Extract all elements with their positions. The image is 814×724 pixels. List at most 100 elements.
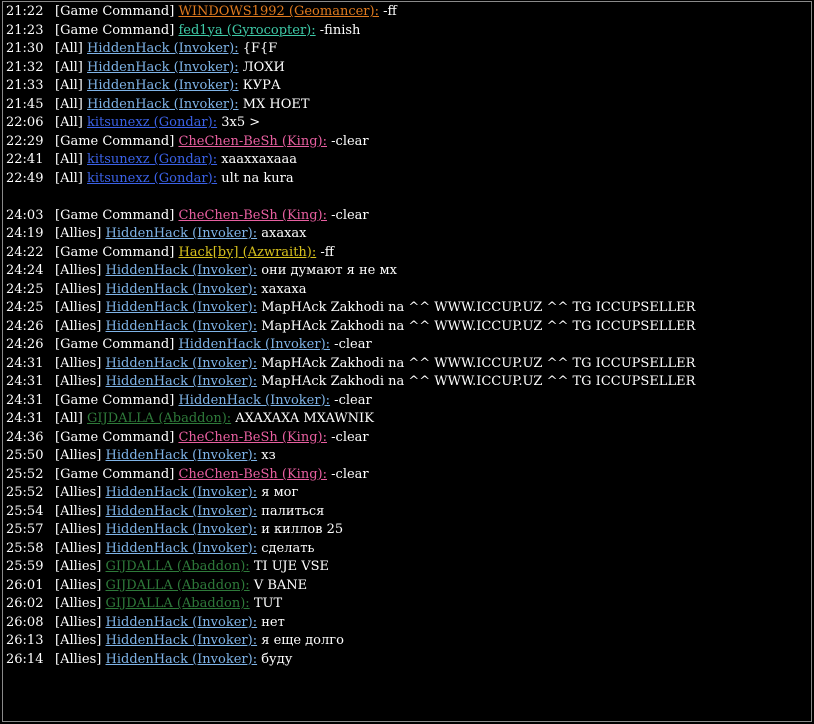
message-text: МХ НОЕТ — [242, 96, 310, 112]
message-text: сделать — [261, 540, 315, 556]
player-link[interactable]: HiddenHack (Invoker): — [106, 504, 258, 519]
chat-line: 24:19 [Allies] HiddenHack (Invoker): ахах… — [6, 225, 811, 244]
channel-label: [Allies] — [55, 355, 102, 371]
player-link[interactable]: HiddenHack (Invoker): — [106, 485, 258, 500]
chat-line: 22:41 [All] kitsunexz (Gondar): xaaxxaxaa… — [6, 151, 811, 170]
player-link[interactable]: HiddenHack (Invoker): — [106, 282, 258, 297]
player-link[interactable]: kitsunexz (Gondar): — [87, 152, 217, 167]
timestamp: 25:57 — [6, 522, 44, 537]
timestamp: 21:23 — [6, 22, 44, 38]
chat-line: 24:31 [All] GIJDALLA (Abaddon): AXAXAXA M… — [6, 410, 811, 429]
player-link[interactable]: HiddenHack (Invoker): — [106, 374, 258, 389]
channel-label: [Allies] — [55, 522, 102, 537]
message-text: TUT — [253, 596, 283, 611]
player-link[interactable]: kitsunexz (Gondar): — [87, 171, 217, 186]
player-link[interactable]: kitsunexz (Gondar): — [87, 115, 217, 130]
timestamp: 24:31 — [6, 392, 44, 408]
channel-label: [Allies] — [55, 577, 102, 593]
channel-label: [All] — [55, 152, 83, 167]
chat-line: 21:33 [All] HiddenHack (Invoker): КУРА — [6, 77, 811, 96]
player-link[interactable]: WINDOWS1992 (Geomancer): — [178, 4, 379, 19]
chat-log[interactable]: 21:22 [Game Command] WINDOWS1992 (Geomanc… — [2, 1, 812, 722]
player-link[interactable]: HiddenHack (Invoker): — [106, 300, 258, 315]
player-link[interactable]: HiddenHack (Invoker): — [106, 226, 258, 241]
player-link[interactable]: HiddenHack (Invoker): — [106, 633, 258, 648]
player-link[interactable]: HiddenHack (Invoker): — [106, 356, 258, 371]
message-text: xaaxxaxaaa — [221, 152, 298, 167]
player-link[interactable]: GIJDALLA (Abaddon): — [106, 578, 250, 593]
channel-label: [Game Command] — [55, 392, 175, 408]
player-link[interactable]: HiddenHack (Invoker): — [106, 319, 258, 334]
player-link[interactable]: HiddenHack (Invoker): — [178, 337, 330, 352]
chat-line: 25:57 [Allies] HiddenHack (Invoker): и ки… — [6, 521, 811, 540]
message-text: я еще долго — [261, 633, 344, 648]
message-text: -clear — [331, 207, 369, 223]
player-link[interactable]: HiddenHack (Invoker): — [87, 60, 239, 75]
channel-label: [All] — [55, 115, 83, 130]
timestamp: 24:22 — [6, 244, 44, 260]
channel-label: [Allies] — [55, 596, 102, 611]
message-text: они думают я не мх — [261, 263, 397, 278]
channel-label: [Allies] — [55, 651, 102, 667]
player-link[interactable]: CheChen-BeSh (King): — [178, 467, 327, 482]
chat-line: 21:30 [All] HiddenHack (Invoker): {F{F — [6, 40, 811, 59]
player-link[interactable]: GIJDALLA (Abaddon): — [106, 596, 250, 611]
message-text: -ff — [320, 244, 335, 260]
message-text: хахаха — [261, 281, 307, 297]
timestamp: 24:36 — [6, 429, 44, 445]
player-link[interactable]: fed1ya (Gyrocopter): — [178, 23, 315, 38]
message-text: буду — [261, 651, 293, 667]
player-link[interactable]: GIJDALLA (Abaddon): — [87, 411, 231, 426]
chat-line: 22:49 [All] kitsunexz (Gondar): ult na ku… — [6, 170, 811, 189]
chat-line: 24:31 [Allies] HiddenHack (Invoker): MapH… — [6, 355, 811, 374]
player-link[interactable]: HiddenHack (Invoker): — [106, 615, 258, 630]
timestamp: 26:01 — [6, 577, 44, 593]
chat-line: 24:36 [Game Command] CheChen-BeSh (King):… — [6, 429, 811, 448]
player-link[interactable]: HiddenHack (Invoker): — [106, 652, 258, 667]
player-link[interactable]: Hack[by] (Azwraith): — [178, 245, 316, 260]
chat-line: 24:31 [Game Command] HiddenHack (Invoker)… — [6, 392, 811, 411]
player-link[interactable]: CheChen-BeSh (King): — [178, 208, 327, 223]
channel-label: [Allies] — [55, 540, 102, 556]
timestamp: 24:03 — [6, 207, 44, 223]
timestamp: 22:29 — [6, 133, 44, 149]
player-link[interactable]: HiddenHack (Invoker): — [87, 41, 239, 56]
player-link[interactable]: HiddenHack (Invoker): — [106, 263, 258, 278]
timestamp: 24:31 — [6, 355, 44, 371]
timestamp: 22:06 — [6, 115, 44, 130]
player-link[interactable]: CheChen-BeSh (King): — [178, 134, 327, 149]
chat-gap — [6, 188, 811, 207]
player-link[interactable]: HiddenHack (Invoker): — [106, 448, 258, 463]
player-link[interactable]: HiddenHack (Invoker): — [87, 78, 239, 93]
channel-label: [Game Command] — [55, 429, 175, 445]
channel-label: [Allies] — [55, 281, 102, 297]
message-text: ult na kura — [221, 170, 294, 186]
channel-label: [Allies] — [55, 226, 102, 241]
message-text: TI UJE VSE — [253, 559, 329, 574]
timestamp: 26:13 — [6, 633, 44, 648]
player-link[interactable]: CheChen-BeSh (King): — [178, 430, 327, 445]
channel-label: [Game Command] — [55, 4, 175, 19]
timestamp: 25:50 — [6, 448, 44, 463]
player-link[interactable]: HiddenHack (Invoker): — [106, 522, 258, 537]
message-text: и киллов 25 — [261, 522, 344, 537]
chat-line: 24:26 [Game Command] HiddenHack (Invoker)… — [6, 336, 811, 355]
chat-line: 26:02 [Allies] GIJDALLA (Abaddon): TUT — [6, 595, 811, 614]
timestamp: 21:33 — [6, 78, 44, 93]
message-text: MapHAck Zakhodi na ^^ WWW.ICCUP.UZ ^^ TG… — [261, 374, 696, 389]
player-link[interactable]: GIJDALLA (Abaddon): — [106, 559, 250, 574]
channel-label: [Game Command] — [55, 244, 175, 260]
channel-label: [Allies] — [55, 448, 102, 463]
player-link[interactable]: HiddenHack (Invoker): — [87, 97, 239, 112]
chat-line: 25:54 [Allies] HiddenHack (Invoker): пали… — [6, 503, 811, 522]
timestamp: 26:02 — [6, 596, 44, 611]
timestamp: 24:26 — [6, 337, 44, 352]
chat-line: 25:52 [Allies] HiddenHack (Invoker): я мо… — [6, 484, 811, 503]
channel-label: [Allies] — [55, 485, 102, 500]
channel-label: [Allies] — [55, 559, 102, 574]
channel-label: [All] — [55, 411, 83, 426]
message-text: ЛОХИ — [242, 59, 285, 75]
player-link[interactable]: HiddenHack (Invoker): — [106, 541, 258, 556]
timestamp: 22:41 — [6, 152, 44, 167]
player-link[interactable]: HiddenHack (Invoker): — [178, 393, 330, 408]
